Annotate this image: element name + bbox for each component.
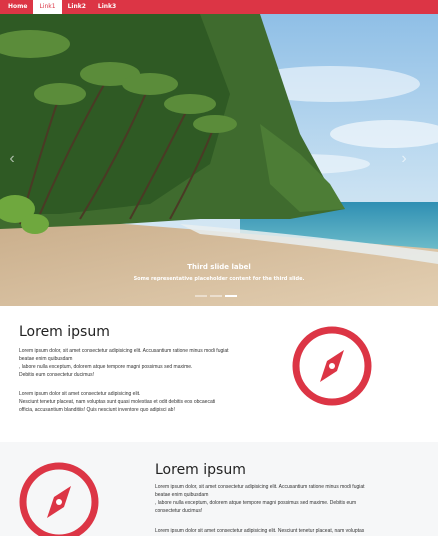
text-line: Lorem ipsum dolor, sit amet consectetur …: [155, 484, 365, 490]
carousel-indicator-1[interactable]: [195, 295, 207, 297]
text-line: consectetur ducimus!: [155, 508, 203, 514]
feature-paragraph-2: Lorem ipsum dolor sit amet consectetur a…: [19, 390, 294, 414]
text-line: Debitis eum consectetur ducimus!: [19, 372, 95, 378]
text-line: Nesciunt tenetur placeat, nam voluptas s…: [19, 399, 216, 405]
text-line: Lorem ipsum dolor sit amet consectetur a…: [19, 391, 141, 397]
text-line: , labore nulla exceptum, dolorem atque t…: [19, 364, 193, 370]
navbar: Home Link1 Link2 Link3: [0, 0, 438, 14]
carousel-next-button[interactable]: ›: [394, 144, 414, 174]
feature-heading: Lorem ipsum: [155, 462, 246, 478]
carousel-caption-text: Some representative placeholder content …: [133, 276, 305, 282]
carousel-prev-button[interactable]: ‹: [2, 144, 22, 174]
carousel: ‹ › Third slide label Some representativ…: [0, 14, 438, 306]
text-line: beatae enim quibusdam: [155, 492, 209, 498]
feature-section-1: Lorem ipsum Lorem ipsum dolor, sit amet …: [0, 306, 438, 442]
nav-link-link2[interactable]: Link2: [62, 0, 92, 14]
compass-icon: [292, 326, 372, 406]
text-line: beatae enim quibusdam: [19, 356, 73, 362]
carousel-caption-title: Third slide label: [187, 263, 251, 271]
text-line: officia, accusantium blanditiis! Quis ne…: [19, 407, 175, 413]
feature-heading: Lorem ipsum: [19, 324, 110, 340]
feature-section-2: Lorem ipsum Lorem ipsum dolor, sit amet …: [0, 442, 438, 536]
carousel-indicator-2[interactable]: [210, 295, 222, 297]
text-line: Lorem ipsum dolor, sit amet consectetur …: [19, 348, 229, 354]
carousel-indicator-3[interactable]: [225, 295, 237, 297]
feature-paragraph-1: Lorem ipsum dolor, sit amet consectetur …: [19, 347, 294, 379]
chevron-right-icon: ›: [401, 150, 407, 167]
text-line: Lorem ipsum dolor sit amet consectetur a…: [155, 528, 365, 534]
chevron-left-icon: ‹: [9, 150, 15, 167]
nav-link-link3[interactable]: Link3: [92, 0, 122, 14]
text-line: , labore nulla exceptum, dolorem atque t…: [155, 500, 357, 506]
nav-link-home[interactable]: Home: [2, 0, 33, 14]
compass-icon: [19, 462, 99, 536]
feature-paragraph-2: Lorem ipsum dolor sit amet consectetur a…: [155, 527, 425, 535]
carousel-indicators: [195, 295, 237, 297]
nav-link-link1[interactable]: Link1: [33, 0, 62, 14]
feature-paragraph-1: Lorem ipsum dolor, sit amet consectetur …: [155, 483, 425, 515]
